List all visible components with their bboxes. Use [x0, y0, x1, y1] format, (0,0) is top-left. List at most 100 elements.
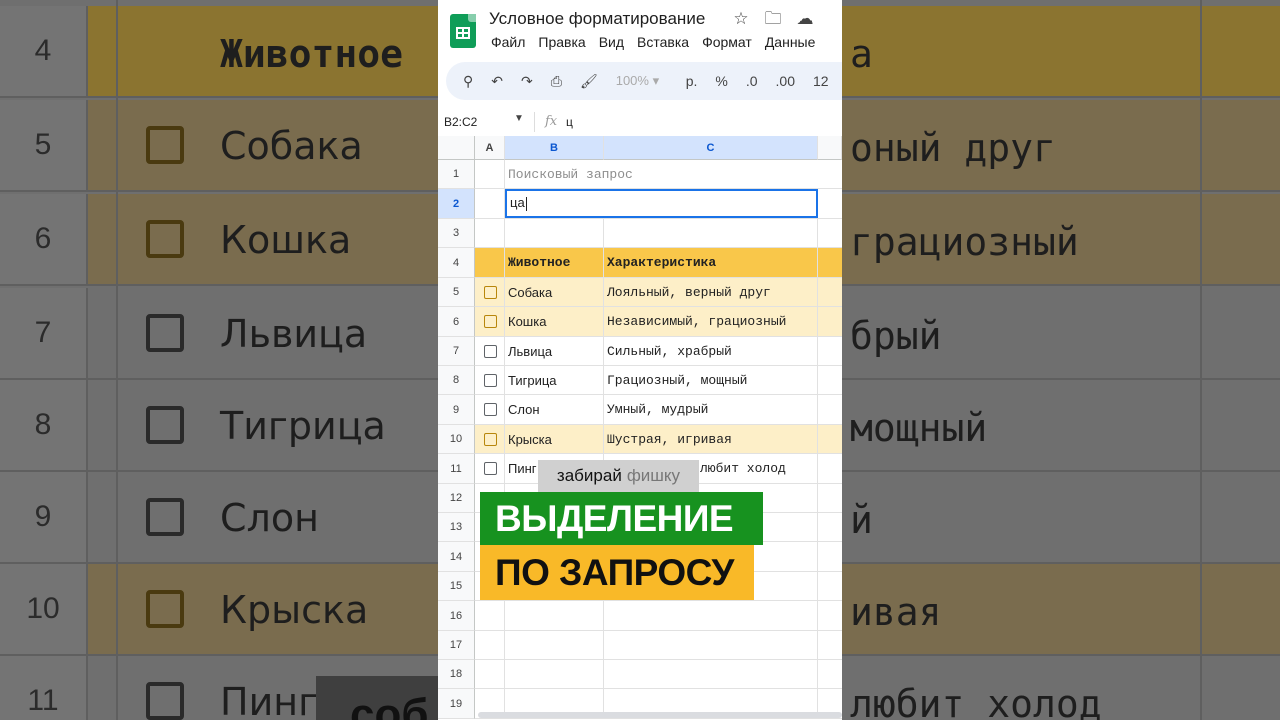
cell[interactable]	[604, 219, 818, 247]
row-header[interactable]: 7	[438, 337, 475, 366]
column-header-a[interactable]: A	[475, 136, 505, 160]
row-header[interactable]: 3	[438, 219, 475, 248]
row-header[interactable]: 11	[438, 454, 475, 484]
menu-format[interactable]: Формат	[702, 34, 752, 50]
row-header[interactable]: 6	[438, 307, 475, 337]
row-header[interactable]: 14	[438, 542, 475, 572]
decrease-decimal-button[interactable]: .0	[746, 71, 758, 91]
bg-cell-text: й	[850, 498, 873, 542]
trait-cell[interactable]: Независимый, грациозный	[604, 307, 818, 336]
bg-cell-text: Собака	[220, 124, 363, 168]
table-row	[475, 601, 842, 631]
paint-format-icon[interactable]: 🖌	[580, 71, 598, 91]
row-header[interactable]: 15	[438, 572, 475, 601]
row-header[interactable]: 16	[438, 601, 475, 631]
animal-cell[interactable]: Собака	[505, 278, 604, 306]
name-box[interactable]: B2:C2	[444, 115, 477, 129]
cell[interactable]	[475, 219, 505, 247]
cell[interactable]	[505, 660, 604, 688]
menu-edit[interactable]: Правка	[538, 34, 585, 50]
chevron-down-icon[interactable]: ▼	[514, 113, 524, 124]
animal-cell[interactable]: Тигрица	[505, 366, 604, 394]
animal-cell[interactable]: Крыска	[505, 425, 604, 453]
menu-file[interactable]: Файл	[491, 34, 525, 50]
row-header[interactable]: 12	[438, 484, 475, 513]
currency-format-button[interactable]: р.	[686, 71, 698, 91]
row-header[interactable]: 1	[438, 160, 475, 189]
bg-checkbox	[146, 682, 184, 720]
column-header-b[interactable]: B	[505, 136, 604, 160]
formula-input[interactable]: ц	[566, 115, 573, 129]
trait-cell[interactable]: Лояльный, верный друг	[604, 278, 818, 306]
bg-row-number: 7	[0, 288, 88, 378]
animal-cell[interactable]: Кошка	[505, 307, 604, 336]
print-icon[interactable]: ⎙	[551, 71, 562, 91]
checkbox[interactable]	[484, 462, 497, 475]
cell[interactable]	[475, 601, 505, 630]
bg-checkbox	[146, 314, 184, 352]
caption-tag: забирай фишку	[538, 460, 699, 492]
cell[interactable]	[604, 631, 818, 659]
cell[interactable]	[604, 601, 818, 630]
cell[interactable]	[505, 219, 604, 247]
cell[interactable]	[475, 248, 505, 277]
row-header[interactable]: 10	[438, 425, 475, 454]
menu-data[interactable]: Данные	[765, 34, 816, 50]
search-label-cell[interactable]: Поисковый запрос	[505, 160, 818, 188]
bg-cell-text: брый	[850, 314, 942, 358]
table-row: Слон Умный, мудрый	[475, 395, 842, 425]
checkbox[interactable]	[484, 373, 497, 387]
menu-view[interactable]: Вид	[599, 34, 624, 50]
cell[interactable]	[505, 631, 604, 659]
checkbox[interactable]	[484, 403, 497, 416]
percent-format-button[interactable]: %	[715, 71, 727, 91]
cloud-icon[interactable]: ☁	[796, 10, 814, 28]
checkbox[interactable]	[484, 315, 497, 328]
document-title[interactable]: Условное форматирование	[489, 9, 705, 29]
row-header[interactable]: 17	[438, 631, 475, 660]
column-header-d[interactable]	[818, 136, 842, 160]
cell[interactable]	[604, 660, 818, 688]
trait-cell[interactable]: Умный, мудрый	[604, 395, 818, 424]
undo-icon[interactable]: ↶	[491, 71, 503, 91]
animal-cell[interactable]: Слон	[505, 395, 604, 424]
menu-insert[interactable]: Вставка	[637, 34, 689, 50]
trait-cell[interactable]: Шустрая, игривая	[604, 425, 818, 453]
row-header[interactable]: 4	[438, 248, 475, 278]
header-trait[interactable]: Характеристика	[604, 248, 818, 277]
row-header[interactable]: 19	[438, 689, 475, 719]
checkbox[interactable]	[484, 285, 497, 299]
row-header[interactable]: 2	[438, 189, 475, 219]
cell[interactable]	[475, 631, 505, 659]
star-icon[interactable]: ☆	[732, 10, 750, 28]
move-folder-icon[interactable]: 🗀	[764, 10, 782, 28]
cell[interactable]	[475, 160, 505, 188]
trait-cell[interactable]: Сильный, храбрый	[604, 337, 818, 365]
search-icon[interactable]: ⚲	[463, 71, 473, 91]
trait-cell[interactable]: Грациозный, мощный	[604, 366, 818, 394]
checkbox[interactable]	[484, 344, 497, 358]
zoom-select[interactable]: 100% ▾	[616, 71, 668, 91]
increase-decimal-button[interactable]: .00	[776, 71, 795, 91]
cell[interactable]	[475, 189, 505, 218]
row-header[interactable]: 13	[438, 513, 475, 542]
row-header[interactable]: 5	[438, 278, 475, 307]
row-header[interactable]: 8	[438, 366, 475, 395]
spreadsheet-grid: A B C 1 2 3 4 5 6 7 8 9 10 11 12 13 14 1…	[438, 136, 842, 720]
cell[interactable]	[505, 601, 604, 630]
select-all-corner[interactable]	[438, 136, 475, 160]
checkbox[interactable]	[484, 432, 497, 446]
number-format-button[interactable]: 12	[813, 71, 829, 91]
cell[interactable]	[475, 660, 505, 688]
column-header-c[interactable]: C	[604, 136, 818, 160]
row-header[interactable]: 18	[438, 660, 475, 689]
horizontal-scrollbar[interactable]	[478, 712, 842, 718]
sheets-logo-icon[interactable]	[450, 14, 476, 48]
search-input-cell[interactable]: ца	[505, 189, 818, 218]
redo-icon[interactable]: ↷	[521, 71, 533, 91]
animal-cell[interactable]: Львица	[505, 337, 604, 365]
header-animal[interactable]: Животное	[505, 248, 604, 277]
row-header[interactable]: 9	[438, 395, 475, 425]
bg-checkbox	[146, 590, 184, 628]
bg-cell-text: любит холод	[850, 682, 1102, 720]
